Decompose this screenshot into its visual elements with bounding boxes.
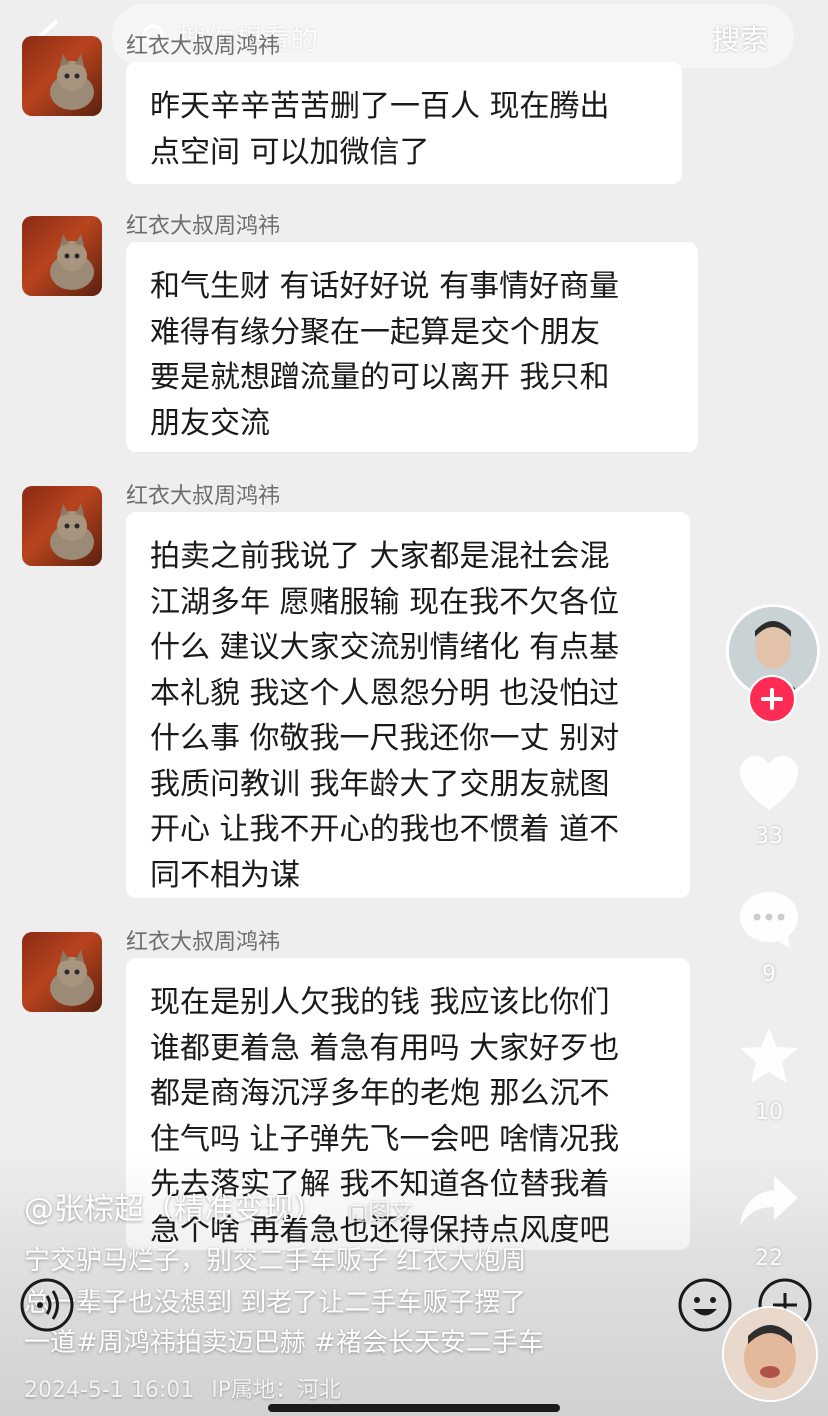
image-icon: ▣ [347,1200,369,1225]
message-text: 拍卖之前我说了 大家都是混社会混 江湖多年 愿赌服输 现在我不欠各位 什么 建议… [150,539,620,893]
sender-avatar[interactable] [22,486,102,566]
message-bubble: 和气生财 有话好好说 有事情好商量 难得有缘分聚在一起算是交个朋友 要是就想蹭流… [126,242,698,452]
cat-avatar-icon [50,234,94,290]
sender-name: 红衣大叔周鸿祎 [126,214,281,239]
sender-name: 红衣大叔周鸿祎 [126,484,281,509]
caption-line: 总一辈子也没想到 到老了让二手车贩子摆了 [24,1288,527,1318]
type-tag-label: 图文 [368,1200,413,1225]
caption-line: 一道#周鸿祎拍卖迈巴赫 #褚会长天安二手车 [24,1328,544,1358]
sender-avatar[interactable] [22,216,102,296]
cat-avatar-icon [50,504,94,560]
comment-count: 9 [762,962,776,987]
follow-button[interactable] [748,675,796,723]
sender-avatar[interactable] [22,932,102,1012]
post-meta: 2024-5-1 16:01 IP属地：河北 [24,1372,341,1404]
plus-icon [761,688,783,710]
author-name[interactable]: @张棕超（精准变现） [24,1192,324,1227]
search-button[interactable]: 搜索 [712,18,768,58]
message-text: 昨天辛辛苦苦删了一百人 现在腾出 点空间 可以加微信了 [150,89,610,170]
sender-name: 红衣大叔周鸿祎 [126,930,281,955]
post-author[interactable]: @张棕超（精准变现） ▣图文 [24,1184,412,1228]
post-date: 2024-5-1 16:01 [24,1378,195,1403]
image-post-tag: ▣图文 [348,1200,413,1225]
message-text: 和气生财 有话好好说 有事情好商量 难得有缘分聚在一起算是交个朋友 要是就想蹭流… [150,269,620,441]
sender-avatar[interactable] [22,36,102,116]
person-avatar-icon [724,1308,816,1400]
favorite-count: 10 [755,1100,783,1125]
star-icon[interactable] [736,1024,802,1090]
sender-name: 红衣大叔周鸿祎 [126,34,281,59]
voice-icon[interactable] [18,1276,76,1334]
comment-icon[interactable] [736,886,802,952]
caption-line: 宁交驴马烂子，别交二手车贩子 红衣大炮周 [24,1246,527,1276]
ip-location: IP属地：河北 [211,1378,342,1403]
like-count: 33 [755,824,783,849]
message-bubble: 昨天辛辛苦苦删了一百人 现在腾出 点空间 可以加微信了 [126,62,682,184]
share-icon[interactable] [736,1170,802,1236]
home-indicator [268,1404,560,1412]
share-count: 22 [755,1246,783,1271]
emoji-icon[interactable] [676,1276,734,1334]
message-bubble: 拍卖之前我说了 大家都是混社会混 江湖多年 愿赌服输 现在我不欠各位 什么 建议… [126,512,690,898]
cat-avatar-icon [50,54,94,110]
floating-avatar[interactable] [722,1306,818,1402]
heart-icon[interactable] [736,752,802,818]
cat-avatar-icon [50,950,94,1006]
